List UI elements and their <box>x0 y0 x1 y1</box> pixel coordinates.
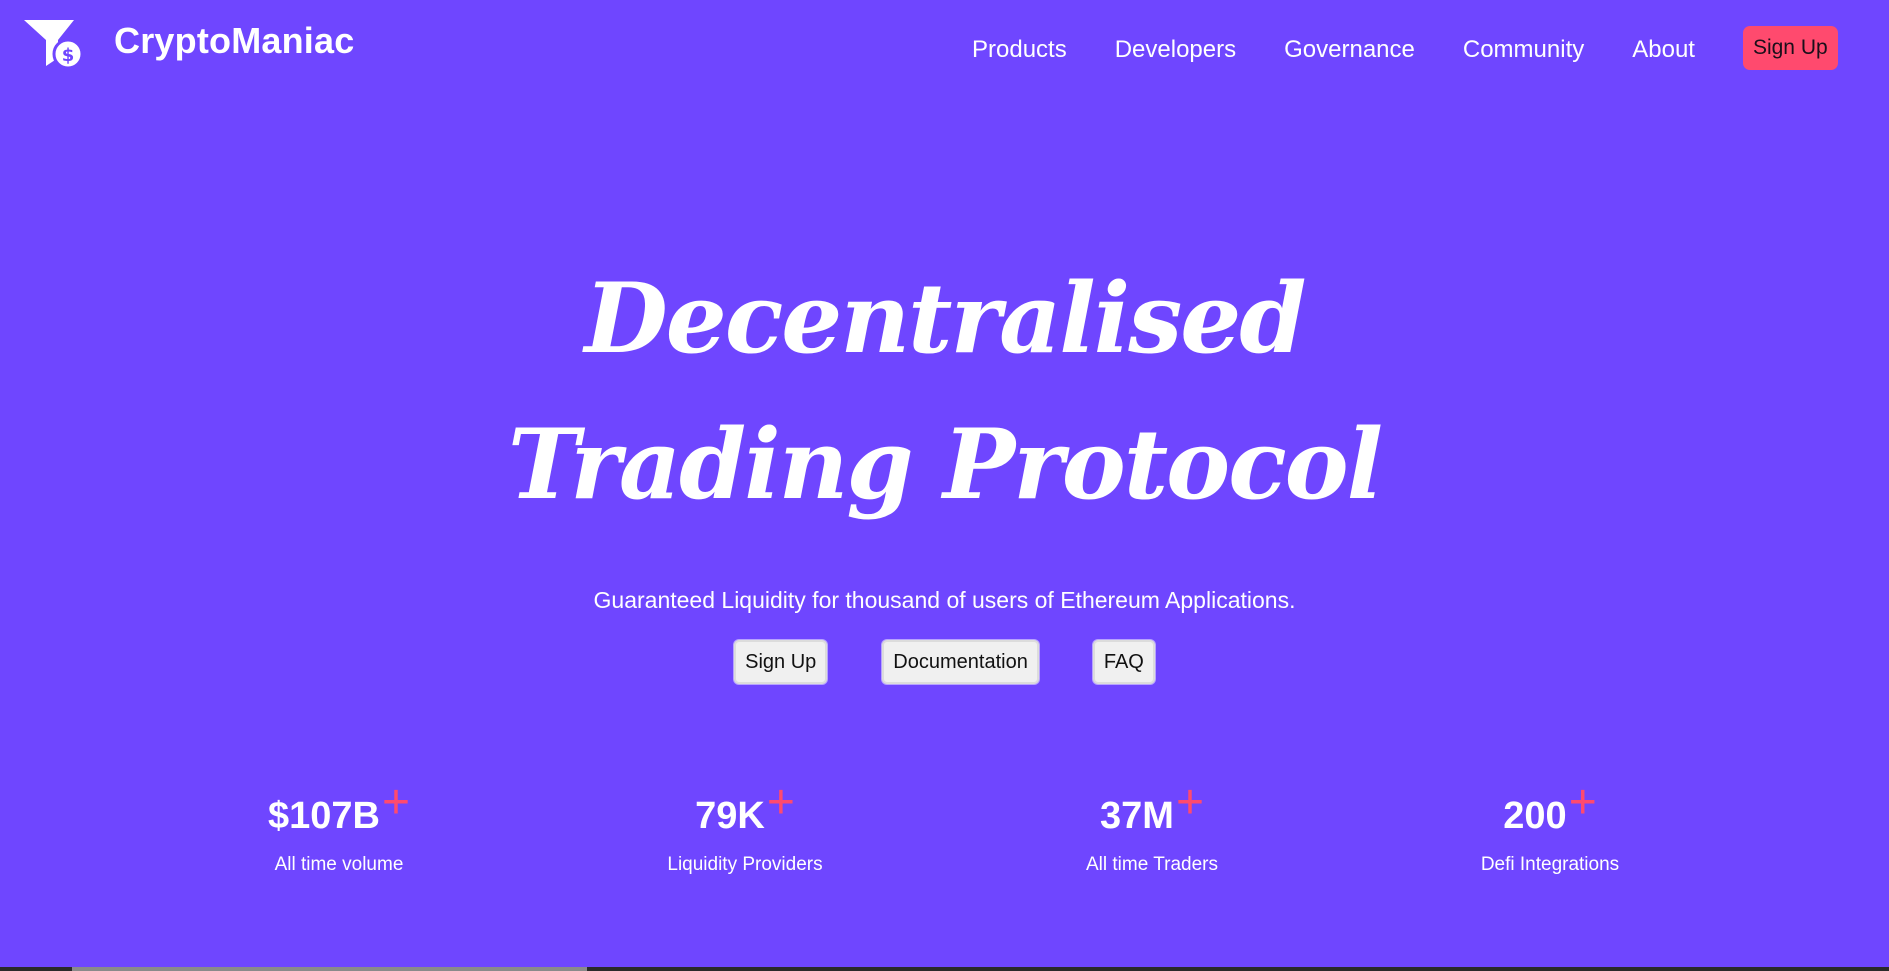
brand-link[interactable]: $ CryptoManiac <box>22 18 354 74</box>
horizontal-scrollbar[interactable] <box>0 967 1889 971</box>
hero-title-line1: Decentralised <box>584 262 1307 375</box>
stat-value: 200+ <box>1503 776 1597 838</box>
faq-button[interactable]: FAQ <box>1092 640 1155 684</box>
funnel-dollar-icon: $ <box>24 20 84 70</box>
hero-subtitle: Guaranteed Liquidity for thousand of use… <box>593 587 1296 613</box>
stat-liquidity-providers: 79K+ Liquidity Providers <box>595 776 895 876</box>
header-signup-button[interactable]: Sign Up <box>1742 26 1838 70</box>
stat-value: 79K+ <box>695 776 795 838</box>
nav-governance[interactable]: Governance <box>1284 32 1415 68</box>
top-navbar: $ CryptoManiac Products Developers Gover… <box>0 0 1889 95</box>
stat-defi-integrations: 200+ Defi Integrations <box>1400 776 1700 876</box>
cta-row: Sign Up Documentation FAQ <box>0 640 1889 684</box>
stat-label: All time Traders <box>1086 854 1218 875</box>
stat-traders: 37M+ All time Traders <box>1002 776 1302 876</box>
stat-value: $107B+ <box>267 776 410 838</box>
stat-label: Liquidity Providers <box>667 854 823 875</box>
plus-icon: + <box>381 776 410 829</box>
nav-developers[interactable]: Developers <box>1115 32 1236 68</box>
stat-value: 37M+ <box>1100 776 1204 838</box>
page: $ CryptoManiac Products Developers Gover… <box>0 0 1889 971</box>
hero-title-line2: Trading Protocol <box>507 408 1383 521</box>
stat-label: Defi Integrations <box>1480 854 1620 875</box>
svg-text:$: $ <box>62 45 75 66</box>
brand-name: CryptoManiac <box>114 20 355 61</box>
stat-volume: $107B+ All time volume <box>189 776 489 876</box>
signup-button[interactable]: Sign Up <box>734 640 828 684</box>
scrollbar-thumb[interactable] <box>72 967 587 971</box>
plus-icon: + <box>1175 776 1204 829</box>
documentation-button[interactable]: Documentation <box>882 640 1039 684</box>
nav-community[interactable]: Community <box>1463 32 1584 68</box>
nav-about[interactable]: About <box>1632 32 1695 68</box>
main-nav: Products Developers Governance Community… <box>972 26 1838 70</box>
plus-icon: + <box>766 776 795 829</box>
stat-label: All time volume <box>274 854 404 875</box>
nav-products[interactable]: Products <box>972 32 1067 68</box>
plus-icon: + <box>1568 776 1597 829</box>
